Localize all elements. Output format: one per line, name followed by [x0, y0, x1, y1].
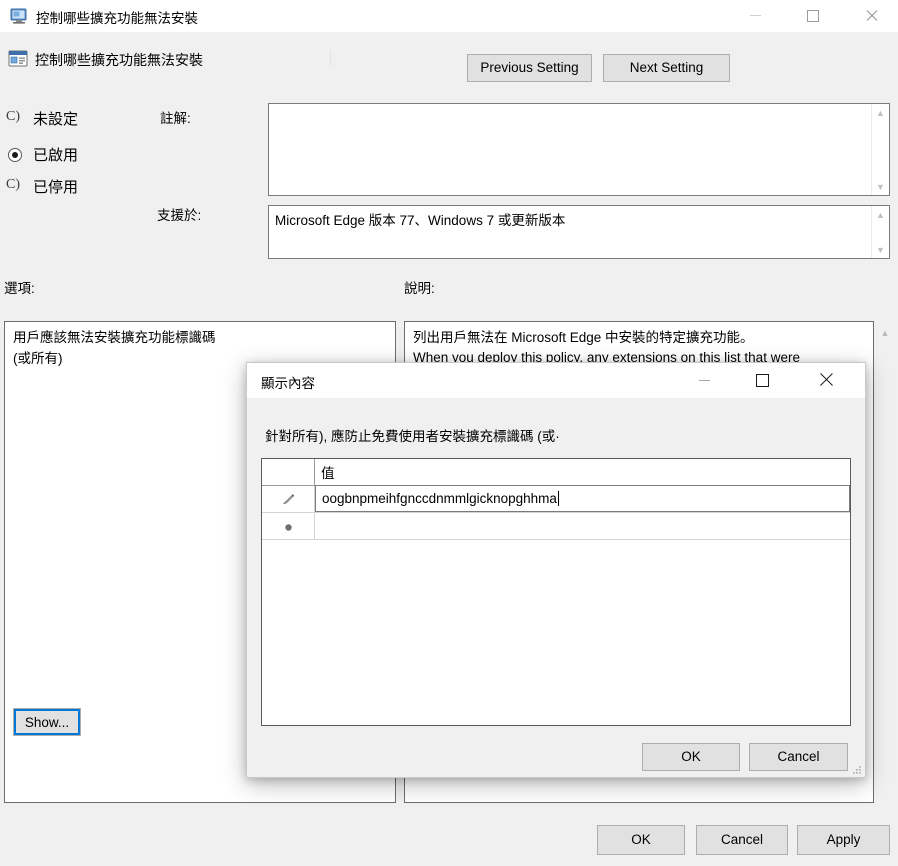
dialog-cancel-button[interactable]: Cancel	[749, 743, 848, 771]
radio-not-configured[interactable]: 未設定	[6, 108, 79, 129]
apply-button[interactable]: Apply	[797, 825, 890, 855]
grid-header-row: 值	[262, 459, 850, 486]
comment-label: 註解:	[160, 111, 191, 126]
next-setting-button[interactable]: Next Setting	[603, 54, 730, 82]
help-description-line1: 列出用戶無法在 Microsoft Edge 中安裝的特定擴充功能。	[413, 330, 754, 345]
show-button[interactable]: Show...	[13, 708, 81, 736]
help-panel-scrollbar[interactable]: ▲	[876, 321, 894, 803]
radio-enabled-indicator	[8, 147, 22, 162]
row-value-text: oogbnpmeihfgnccdnmmlgicknopghhma	[322, 491, 557, 506]
options-description-line2: (或所有)	[13, 350, 63, 366]
policy-title: 控制哪些擴充功能無法安裝	[35, 52, 203, 68]
text-caret	[557, 491, 559, 506]
policy-setting-icon	[8, 49, 28, 69]
ok-button[interactable]: OK	[597, 825, 685, 855]
monitor-icon	[10, 7, 28, 25]
minimize-icon	[698, 379, 710, 381]
maximize-icon	[807, 9, 819, 22]
resize-grip[interactable]	[850, 763, 862, 775]
dialog-minimize-button[interactable]	[681, 363, 727, 397]
supported-on-textbox: Microsoft Edge 版本 77、Windows 7 或更新版本 ▲ ▼	[268, 205, 890, 259]
show-contents-dialog: 顯示內容 針對所有), 應防止免費使用者安裝擴充標識碼 (或· 值 oogbnp…	[246, 362, 866, 778]
dialog-close-button[interactable]	[803, 363, 849, 397]
radio-disabled-indicator	[6, 177, 22, 194]
radio-disabled-label: 已停用	[33, 179, 79, 196]
close-icon	[819, 373, 833, 387]
minimize-button[interactable]	[732, 0, 778, 31]
header-divider	[330, 50, 331, 66]
maximize-button[interactable]	[790, 0, 836, 31]
window-title: 控制哪些擴充功能無法安裝	[36, 11, 198, 26]
table-row-new[interactable]	[262, 513, 850, 540]
edit-pencil-icon	[281, 493, 296, 506]
row-value-cell[interactable]: oogbnpmeihfgnccdnmmlgicknopghhma	[315, 485, 850, 512]
close-icon	[865, 10, 877, 22]
values-grid[interactable]: 值 oogbnpmeihfgnccdnmmlgicknopghhma	[261, 458, 851, 726]
scroll-up-icon[interactable]: ▲	[872, 104, 889, 121]
dialog-ok-button[interactable]: OK	[642, 743, 740, 771]
comment-textbox[interactable]: ▲ ▼	[268, 103, 890, 196]
dialog-prompt: 針對所有), 應防止免費使用者安裝擴充標識碼 (或·	[265, 429, 560, 444]
scroll-down-icon[interactable]: ▼	[872, 241, 889, 258]
dialog-titlebar: 顯示內容	[247, 363, 865, 398]
new-row-value-cell[interactable]	[315, 513, 850, 539]
close-button[interactable]	[848, 0, 894, 31]
scroll-down-icon[interactable]: ▼	[872, 178, 889, 195]
radio-enabled[interactable]: 已啟用	[8, 144, 78, 165]
options-label: 選項:	[4, 281, 35, 296]
maximize-icon	[755, 373, 769, 387]
help-label: 說明:	[404, 281, 435, 296]
window-titlebar: 控制哪些擴充功能無法安裝	[0, 0, 898, 33]
scroll-up-icon[interactable]: ▲	[872, 206, 889, 223]
options-description-line1: 用戶應該無法安裝擴充功能標識碼	[13, 330, 216, 345]
radio-disabled[interactable]: 已停用	[6, 176, 79, 197]
table-row[interactable]: oogbnpmeihfgnccdnmmlgicknopghhma	[262, 485, 850, 513]
dialog-title: 顯示內容	[261, 376, 315, 391]
grid-column-header-value[interactable]: 值	[315, 459, 850, 485]
supported-on-value: Microsoft Edge 版本 77、Windows 7 或更新版本	[275, 213, 566, 228]
new-row-marker	[262, 513, 315, 539]
minimize-icon	[749, 15, 761, 16]
radio-enabled-label: 已啟用	[33, 147, 79, 164]
new-row-icon	[283, 521, 294, 532]
cancel-button[interactable]: Cancel	[696, 825, 788, 855]
row-edit-marker	[262, 486, 315, 512]
radio-not-configured-indicator	[6, 109, 22, 126]
supported-on-label: 支援於:	[157, 208, 202, 223]
supported-on-scrollbar[interactable]: ▲ ▼	[871, 206, 889, 258]
comment-scrollbar[interactable]: ▲ ▼	[871, 104, 889, 195]
radio-not-configured-label: 未設定	[33, 111, 79, 128]
grid-header-corner	[262, 459, 315, 485]
previous-setting-button[interactable]: Previous Setting	[467, 54, 592, 82]
dialog-maximize-button[interactable]	[739, 363, 785, 397]
scroll-up-icon[interactable]: ▲	[876, 324, 894, 341]
